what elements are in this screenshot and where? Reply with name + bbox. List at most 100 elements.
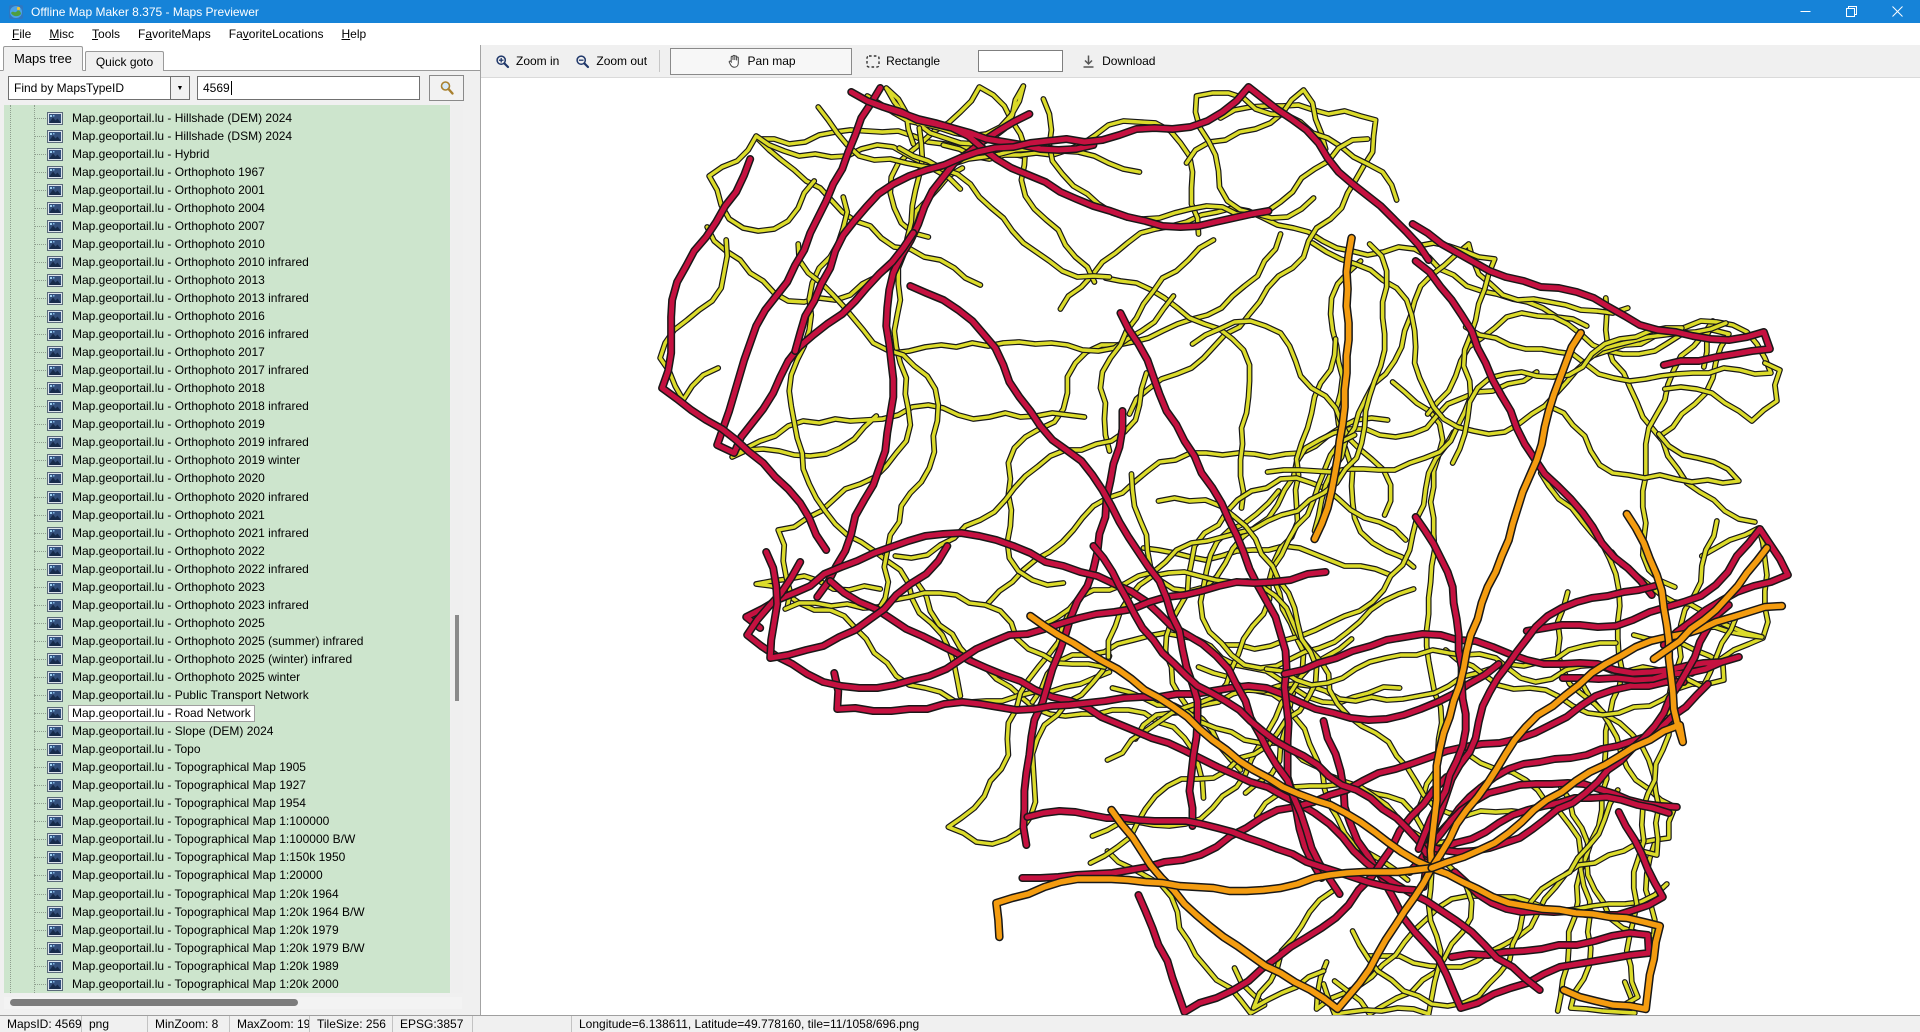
map-layer-icon xyxy=(47,743,63,756)
tree-item[interactable]: Map.geoportail.lu - Orthophoto 2017 infr… xyxy=(4,362,450,380)
tree-item-label: Map.geoportail.lu - Orthophoto 1967 xyxy=(68,164,269,181)
menu-misc[interactable]: Misc xyxy=(40,23,83,45)
zoom-out-button[interactable]: Zoom out xyxy=(567,49,655,74)
tree-item[interactable]: Map.geoportail.lu - Orthophoto 2022 infr… xyxy=(4,560,450,578)
tree-connector xyxy=(34,749,46,750)
tab-quick-goto[interactable]: Quick goto xyxy=(85,51,164,71)
tree-item[interactable]: Map.geoportail.lu - Orthophoto 2016 xyxy=(4,308,450,326)
tree-item[interactable]: Map.geoportail.lu - Hybrid xyxy=(4,145,450,163)
download-button[interactable]: Download xyxy=(1073,49,1163,74)
map-layer-icon xyxy=(47,400,63,413)
tree-vertical-scrollbar[interactable] xyxy=(451,105,463,993)
tree-item[interactable]: Map.geoportail.lu - Topographical Map 1:… xyxy=(4,849,450,867)
tree-item[interactable]: Map.geoportail.lu - Orthophoto 2025 xyxy=(4,614,450,632)
tree-item[interactable]: Map.geoportail.lu - Orthophoto 2018 xyxy=(4,380,450,398)
tree-item[interactable]: Map.geoportail.lu - Orthophoto 2016 infr… xyxy=(4,326,450,344)
rectangle-button[interactable]: Rectangle xyxy=(858,49,948,73)
map-layer-icon xyxy=(47,130,63,143)
tree-item[interactable]: Map.geoportail.lu - Road Network xyxy=(4,705,450,723)
menu-favoritemaps[interactable]: FavoriteMaps xyxy=(129,23,220,45)
tree-item[interactable]: Map.geoportail.lu - Topographical Map 19… xyxy=(4,759,450,777)
map-viewport[interactable] xyxy=(481,78,1920,1015)
tree-item-label: Map.geoportail.lu - Orthophoto 2016 xyxy=(68,308,269,325)
tree-item[interactable]: Map.geoportail.lu - Orthophoto 2017 xyxy=(4,344,450,362)
tree-item-label: Map.geoportail.lu - Hybrid xyxy=(68,146,213,163)
tree-item[interactable]: Map.geoportail.lu - Orthophoto 2013 infr… xyxy=(4,289,450,307)
tree-item[interactable]: Map.geoportail.lu - Orthophoto 2020 xyxy=(4,470,450,488)
map-layer-icon xyxy=(47,797,63,810)
tree-item[interactable]: Map.geoportail.lu - Topographical Map 1:… xyxy=(4,885,450,903)
tree-item[interactable]: Map.geoportail.lu - Orthophoto 2021 xyxy=(4,506,450,524)
tree-item[interactable]: Map.geoportail.lu - Orthophoto 2025 wint… xyxy=(4,668,450,686)
tree-horizontal-scrollbar[interactable] xyxy=(4,997,462,1009)
tree-item[interactable]: Map.geoportail.lu - Orthophoto 2001 xyxy=(4,181,450,199)
tree-item[interactable]: Map.geoportail.lu - Orthophoto 2010 xyxy=(4,235,450,253)
tree-item-label: Map.geoportail.lu - Orthophoto 2016 infr… xyxy=(68,326,313,343)
tree-item[interactable]: Map.geoportail.lu - Topographical Map 1:… xyxy=(4,813,450,831)
tree-item-label: Map.geoportail.lu - Topographical Map 1:… xyxy=(68,940,369,957)
tree-item[interactable]: Map.geoportail.lu - Topographical Map 19… xyxy=(4,795,450,813)
tree-item[interactable]: Map.geoportail.lu - Orthophoto 2023 infr… xyxy=(4,596,450,614)
tree-item[interactable]: Map.geoportail.lu - Orthophoto 2023 xyxy=(4,578,450,596)
zoom-in-button[interactable]: Zoom in xyxy=(487,49,567,74)
map-layer-icon xyxy=(47,707,63,720)
tree-item[interactable]: Map.geoportail.lu - Orthophoto 2020 infr… xyxy=(4,488,450,506)
tree-item[interactable]: Map.geoportail.lu - Orthophoto 2018 infr… xyxy=(4,398,450,416)
tree-connector xyxy=(34,136,46,137)
tree-horizontal-scrollbar-thumb[interactable] xyxy=(10,999,298,1006)
tree-vertical-scrollbar-thumb[interactable] xyxy=(455,615,459,701)
tree-item[interactable]: Map.geoportail.lu - Topographical Map 1:… xyxy=(4,831,450,849)
tab-maps-tree[interactable]: Maps tree xyxy=(3,46,83,71)
tree-item[interactable]: Map.geoportail.lu - Orthophoto 2019 infr… xyxy=(4,434,450,452)
tree-item[interactable]: Map.geoportail.lu - Topographical Map 1:… xyxy=(4,939,450,957)
tree-item[interactable]: Map.geoportail.lu - Topo xyxy=(4,741,450,759)
tree-item[interactable]: Map.geoportail.lu - Orthophoto 2004 xyxy=(4,199,450,217)
tree-item[interactable]: Map.geoportail.lu - Topographical Map 1:… xyxy=(4,903,450,921)
pan-map-button[interactable]: Pan map xyxy=(670,48,852,75)
tree-item[interactable]: Map.geoportail.lu - Public Transport Net… xyxy=(4,687,450,705)
tree-item[interactable]: Map.geoportail.lu - Orthophoto 2025 (win… xyxy=(4,650,450,668)
tree-connector xyxy=(34,587,46,588)
map-layer-icon xyxy=(47,148,63,161)
minimize-button[interactable] xyxy=(1782,0,1828,23)
menu-tools[interactable]: Tools xyxy=(83,23,129,45)
tree-item[interactable]: Map.geoportail.lu - Topographical Map 19… xyxy=(4,777,450,795)
status-maxzoom: MaxZoom: 19 xyxy=(230,1016,310,1032)
tree-item-label: Map.geoportail.lu - Orthophoto 2023 xyxy=(68,579,269,596)
close-icon xyxy=(1892,6,1903,17)
tree-item[interactable]: Map.geoportail.lu - Orthophoto 1967 xyxy=(4,163,450,181)
toolbar-input[interactable] xyxy=(978,50,1063,72)
tree-item[interactable]: Map.geoportail.lu - Orthophoto 2025 (sum… xyxy=(4,632,450,650)
find-by-dropdown[interactable]: Find by MapsTypeID ▼ xyxy=(8,76,190,100)
tree-item[interactable]: Map.geoportail.lu - Hillshade (DEM) 2024 xyxy=(4,109,450,127)
tree-item[interactable]: Map.geoportail.lu - Topographical Map 1:… xyxy=(4,921,450,939)
restore-button[interactable] xyxy=(1828,0,1874,23)
menu-help[interactable]: Help xyxy=(333,23,376,45)
tree-item[interactable]: Map.geoportail.lu - Orthophoto 2013 xyxy=(4,271,450,289)
menu-favoritelocations[interactable]: FavoriteLocations xyxy=(220,23,333,45)
tree-item[interactable]: Map.geoportail.lu - Orthophoto 2010 infr… xyxy=(4,253,450,271)
download-label: Download xyxy=(1102,54,1155,68)
map-layer-icon xyxy=(47,833,63,846)
tree-item[interactable]: Map.geoportail.lu - Orthophoto 2019 xyxy=(4,416,450,434)
tree-item-label: Map.geoportail.lu - Topographical Map 1:… xyxy=(68,922,343,939)
search-button[interactable] xyxy=(429,75,464,101)
tree-item[interactable]: Map.geoportail.lu - Orthophoto 2022 xyxy=(4,542,450,560)
tree-item[interactable]: Map.geoportail.lu - Orthophoto 2007 xyxy=(4,217,450,235)
close-button[interactable] xyxy=(1874,0,1920,23)
tree-item[interactable]: Map.geoportail.lu - Hillshade (DSM) 2024 xyxy=(4,127,450,145)
chevron-down-icon: ▼ xyxy=(170,77,189,99)
status-tilesize: TileSize: 256 xyxy=(310,1016,393,1032)
tree-item[interactable]: Map.geoportail.lu - Slope (DEM) 2024 xyxy=(4,723,450,741)
statusbar: MapsID: 4569pngMinZoom: 8MaxZoom: 19Tile… xyxy=(0,1015,1920,1032)
tree-connector xyxy=(34,118,46,119)
menu-file[interactable]: File xyxy=(3,23,40,45)
tree-item[interactable]: Map.geoportail.lu - Orthophoto 2019 wint… xyxy=(4,452,450,470)
tree-connector xyxy=(34,515,46,516)
tree-item-label: Map.geoportail.lu - Orthophoto 2020 xyxy=(68,470,269,487)
tree-item[interactable]: Map.geoportail.lu - Topographical Map 1:… xyxy=(4,957,450,975)
search-input[interactable]: 4569 xyxy=(197,76,420,100)
tree-item[interactable]: Map.geoportail.lu - Topographical Map 1:… xyxy=(4,867,450,885)
tree-item[interactable]: Map.geoportail.lu - Orthophoto 2021 infr… xyxy=(4,524,450,542)
tree-item[interactable]: Map.geoportail.lu - Topographical Map 1:… xyxy=(4,975,450,993)
